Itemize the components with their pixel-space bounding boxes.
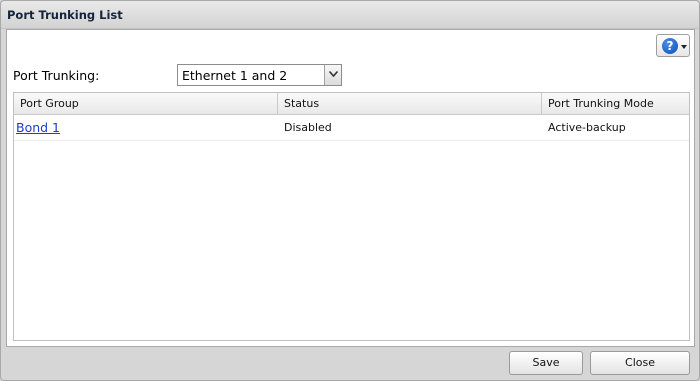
select-arrow-button[interactable] bbox=[324, 65, 341, 85]
chevron-down-icon bbox=[329, 71, 338, 77]
dialog-content: ? Port Trunking: Ethernet 1 and 2 Port G… bbox=[6, 29, 695, 347]
port-trunking-dialog: Port Trunking List ? Port Trunking: Ethe… bbox=[0, 0, 700, 381]
port-group-link[interactable]: Bond 1 bbox=[16, 115, 60, 140]
port-group-table: Port Group Status Port Trunking Mode Bon… bbox=[13, 92, 690, 341]
chevron-down-icon bbox=[681, 45, 687, 49]
table-row[interactable]: Bond 1 Disabled Active-backup bbox=[14, 115, 689, 141]
port-trunking-label: Port Trunking: bbox=[13, 68, 100, 83]
port-trunking-select[interactable]: Ethernet 1 and 2 bbox=[177, 64, 342, 86]
port-trunking-mode-cell: Active-backup bbox=[548, 121, 626, 134]
status-cell: Disabled bbox=[284, 121, 332, 134]
column-header-port-trunking-mode[interactable]: Port Trunking Mode bbox=[542, 93, 689, 114]
dialog-title-bar[interactable]: Port Trunking List bbox=[1, 1, 699, 29]
dialog-title: Port Trunking List bbox=[7, 8, 123, 22]
port-trunking-select-value: Ethernet 1 and 2 bbox=[182, 68, 288, 83]
close-button[interactable]: Close bbox=[590, 351, 690, 375]
column-header-status[interactable]: Status bbox=[278, 93, 542, 114]
column-header-port-group[interactable]: Port Group bbox=[14, 93, 278, 114]
help-icon: ? bbox=[662, 38, 678, 54]
table-header: Port Group Status Port Trunking Mode bbox=[14, 93, 689, 115]
save-button[interactable]: Save bbox=[509, 351, 583, 375]
help-button[interactable]: ? bbox=[656, 34, 690, 57]
